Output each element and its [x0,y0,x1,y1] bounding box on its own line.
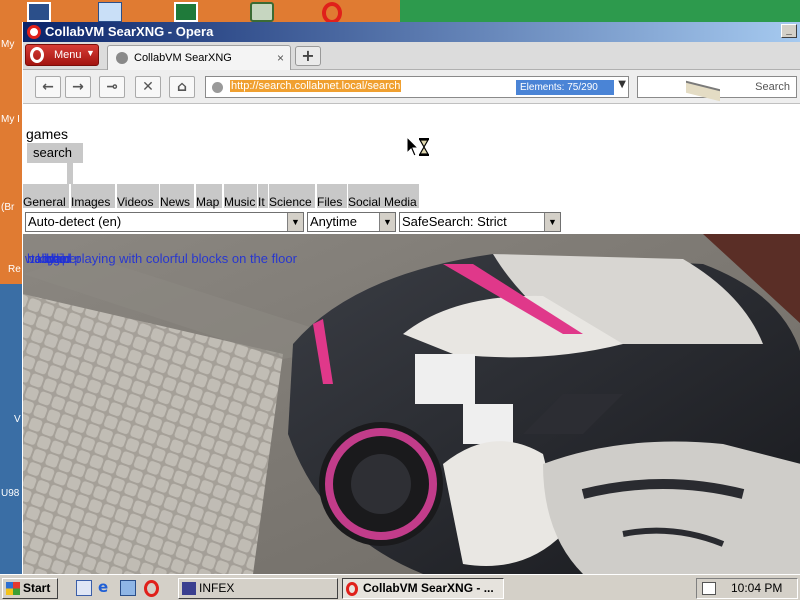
opera-menu-button[interactable]: Menu ▼ [25,44,99,66]
stop-button[interactable]: ✕ [135,76,161,98]
search-button-stem [67,162,73,184]
tab-collabvm-searxng[interactable]: CollabVM SearXNG × [107,45,291,71]
opera-logo-icon [27,25,41,39]
category-images[interactable]: Images [71,184,115,209]
search-button[interactable]: search [27,143,83,163]
system-tray: 10:04 PM [696,578,798,599]
browser-window: CollabVM SearXNG - Opera _ Menu ▼ Collab… [22,22,800,574]
back-button[interactable]: ← [35,76,61,98]
safesearch-value: SafeSearch: Strict [402,214,507,229]
taskbar: Start e INFEX CollabVM SearXNG - ... 10:… [0,574,800,600]
home-icon: ⌂ [176,79,188,95]
desktop-label-2[interactable]: My I [1,114,20,125]
taskbar-task-infex[interactable]: INFEX [178,578,338,599]
taskbar-task-infex-label: INFEX [199,581,235,595]
language-select-value: Auto-detect (en) [28,214,122,229]
desktop-label-6[interactable]: U98 [1,488,19,499]
category-general[interactable]: General [23,184,69,209]
url-text[interactable]: http://search.collabnet.local/search [230,80,402,92]
category-social-media[interactable]: Social Media [348,184,419,209]
desktop-label-4[interactable]: Re [8,264,21,275]
desktop-icon-excel[interactable] [174,2,198,22]
browser-search-box[interactable]: Search [637,76,797,102]
search-placeholder: Search [755,81,790,93]
desktop-icon-opera[interactable] [322,2,342,24]
internet-explorer-icon[interactable]: e [98,580,114,596]
dropdown-arrow-icon: ▼ [544,213,560,231]
language-select[interactable]: Auto-detect (en) ▼ [25,212,304,232]
outlook-express-icon[interactable] [120,580,136,596]
tray-notification-icon[interactable] [702,582,716,595]
elements-counter-badge: Elements: 75/290 [516,80,614,95]
dropdown-arrow-icon: ▼ [287,213,303,231]
dropdown-arrow-icon: ▼ [379,213,395,231]
taskbar-task-opera[interactable]: CollabVM SearXNG - ... [342,578,504,599]
page-content: games search General Images Videos News … [23,104,800,574]
close-icon: ✕ [142,79,154,95]
clock[interactable]: 10:04 PM [731,579,782,598]
desktop-wallpaper-orange-side [0,22,22,284]
category-it[interactable]: It [258,184,268,209]
search-engine-icon [686,80,720,102]
tab-title: CollabVM SearXNG [134,52,232,64]
forward-button[interactable]: → [65,76,91,98]
busy-cursor-icon [406,136,430,157]
category-files[interactable]: Files [317,184,347,209]
result-image[interactable]: wallpaper baby kid child girl toddler pl… [23,234,800,574]
desktop-label-3[interactable]: (Br [1,202,14,213]
window-titlebar[interactable]: CollabVM SearXNG - Opera _ [23,22,800,42]
searxng-brand-link[interactable]: games [26,126,68,142]
desktop-label-5[interactable]: V [14,414,21,425]
windows-flag-icon [6,582,20,595]
opera-o-icon [30,47,44,63]
opera-task-icon [346,582,358,596]
chevron-down-icon: ▼ [86,48,95,58]
result-title-6[interactable]: toddler playing with colorful blocks on … [31,251,297,266]
result-image-picture [23,234,800,574]
show-desktop-icon[interactable] [76,580,92,596]
category-map[interactable]: Map [196,184,222,209]
desktop-icon-network[interactable] [98,2,122,22]
address-dropdown-icon[interactable]: ▼ [618,79,626,90]
desktop-icon-scheduler[interactable] [250,2,274,22]
time-range-value: Anytime [310,214,357,229]
new-tab-button[interactable]: + [295,46,321,66]
arrow-right-icon: → [72,79,84,95]
time-range-select[interactable]: Anytime ▼ [307,212,396,232]
arrow-left-icon: ← [42,79,54,95]
site-info-icon[interactable] [212,82,223,93]
start-label: Start [23,581,51,595]
wand-button[interactable]: ⊸ [99,76,125,98]
category-music[interactable]: Music [224,184,257,209]
category-science[interactable]: Science [269,184,315,209]
infex-icon [182,582,196,595]
close-tab-icon[interactable]: × [277,51,284,65]
safesearch-select[interactable]: SafeSearch: Strict ▼ [399,212,561,232]
home-button[interactable]: ⌂ [169,76,195,98]
start-button[interactable]: Start [2,578,58,599]
minimize-button[interactable]: _ [781,24,797,38]
address-bar[interactable]: http://search.collabnet.local/search Ele… [205,76,629,98]
navigation-bar: ← → ⊸ ✕ ⌂ http://search.collabnet.local/… [23,70,800,104]
category-videos[interactable]: Videos [117,184,159,209]
opera-quicklaunch-icon[interactable] [144,580,159,597]
window-title: CollabVM SearXNG - Opera [45,24,214,39]
category-news[interactable]: News [160,184,194,209]
desktop-label-1[interactable]: My [1,39,14,50]
desktop-icon-computer[interactable] [27,2,51,22]
opera-menu-label: Menu [54,49,82,61]
key-icon: ⊸ [106,79,118,95]
taskbar-task-opera-label: CollabVM SearXNG - ... [363,581,494,595]
globe-icon [116,52,128,64]
tab-bar: Menu ▼ CollabVM SearXNG × + [23,42,800,71]
desktop-wallpaper-green [400,0,800,22]
